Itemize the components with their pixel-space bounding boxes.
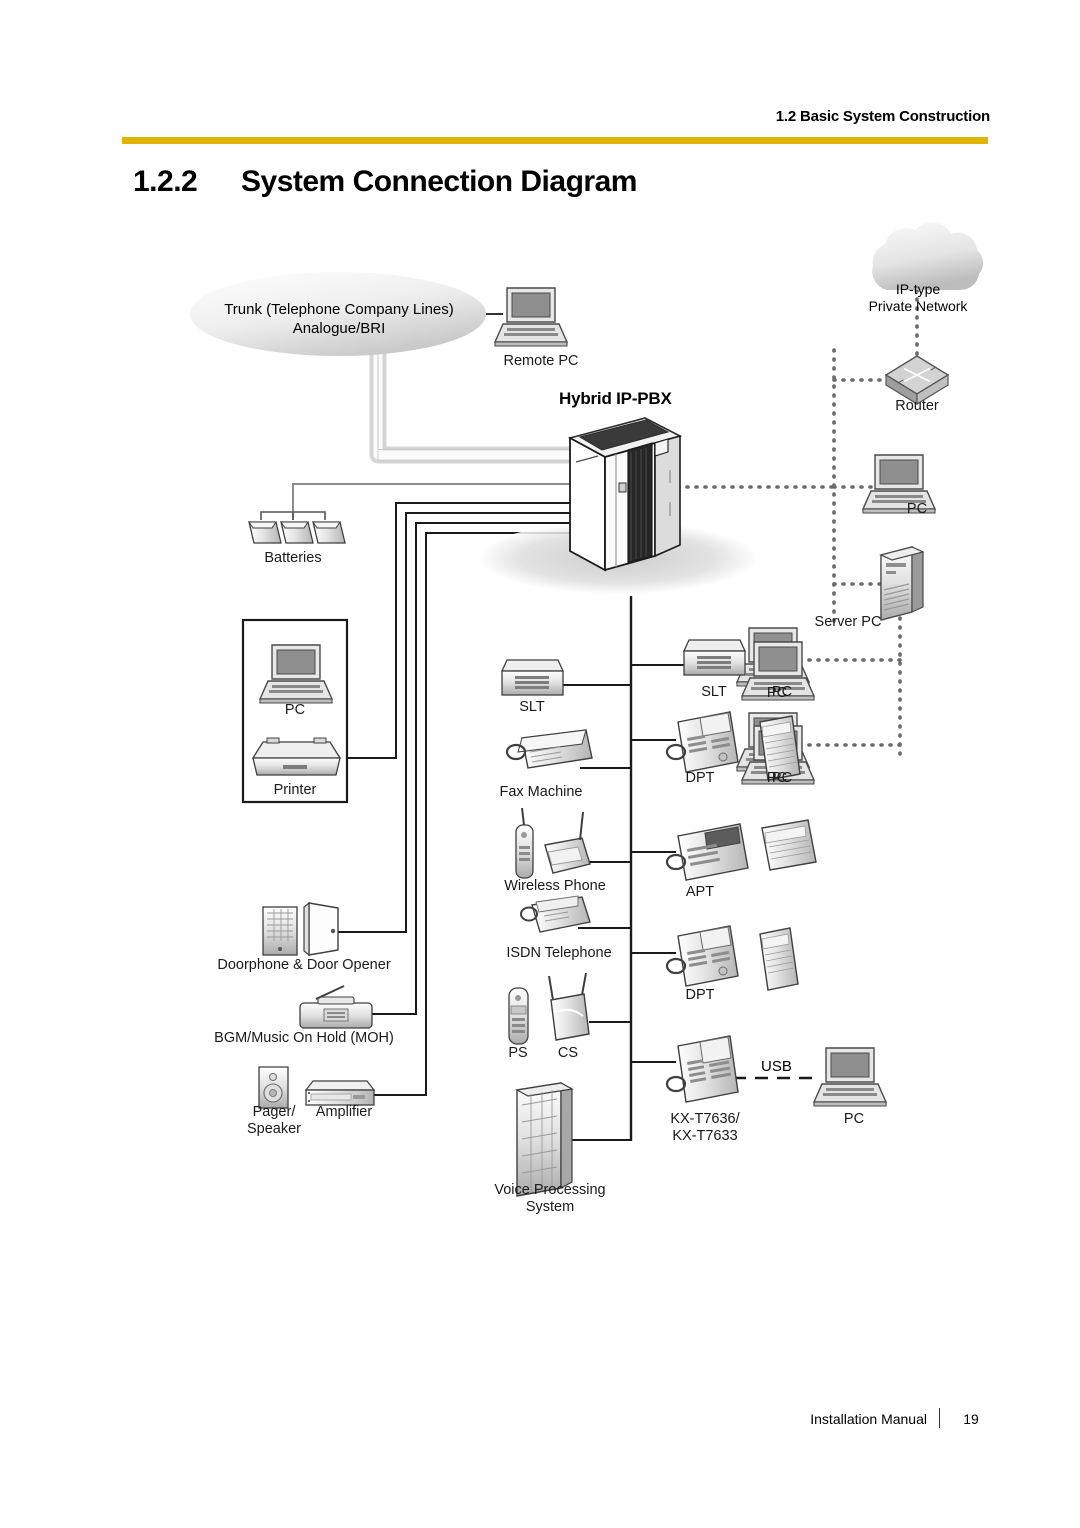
wireless-base-icon [544, 811, 591, 874]
router-icon [884, 355, 950, 406]
amplifier-icon [304, 1080, 376, 1106]
vps-icon [515, 1081, 574, 1197]
label-remote-pc: Remote PC [503, 353, 579, 369]
pc-usb-icon [812, 1047, 888, 1107]
door-opener-icon [303, 901, 339, 957]
label-bgm: BGM/Music On Hold (MOH) [214, 1030, 394, 1046]
label-apt: APT [685, 884, 715, 900]
apt-icon [665, 823, 749, 881]
network-cloud-shape [872, 222, 984, 291]
printer-icon [251, 737, 342, 776]
wireless-phone-icon [515, 807, 534, 879]
hybrid-ip-pbx-icon [567, 417, 683, 572]
label-cs: CS [557, 1045, 579, 1061]
diagram-connections [190, 222, 984, 1197]
dss-console-lower-icon [759, 927, 799, 991]
label-wireless-phone: Wireless Phone [504, 878, 606, 894]
trunk-cloud-label: Trunk (Telephone Company Lines) Analogue… [224, 301, 454, 337]
batteries-icon [248, 521, 346, 544]
remote-pc-icon [493, 287, 569, 347]
dss-console-apt-icon [761, 819, 817, 871]
label-isdn-telephone: ISDN Telephone [506, 945, 612, 961]
server-pc-icon [879, 546, 925, 621]
label-server-pc: Server PC [814, 614, 882, 630]
doorphone-icon [262, 906, 298, 956]
label-fax-machine: Fax Machine [499, 784, 583, 800]
label-pc-slt: PC [771, 684, 793, 700]
dpt-lower-icon [665, 925, 739, 987]
dpt-upper-icon [665, 711, 739, 773]
label-kxt: KX-T7636/ KX-T7633 [670, 1111, 740, 1144]
bgm-icon [299, 985, 373, 1029]
fax-machine-icon [505, 729, 593, 769]
label-pc-dpt: PC [771, 770, 793, 786]
label-doorphone: Doorphone & Door Opener [217, 957, 391, 973]
label-dpt-upper: DPT [685, 770, 715, 786]
label-slt-left: SLT [519, 699, 545, 715]
ps-icon [508, 987, 529, 1045]
pbx-title: Hybrid IP-PBX [559, 389, 672, 408]
usb-label: USB [757, 1058, 796, 1075]
label-pc-boxed: PC [284, 702, 306, 718]
label-ps: PS [508, 1045, 528, 1061]
label-batteries: Batteries [264, 550, 322, 566]
label-pc-router: PC [906, 501, 928, 517]
cs-icon [548, 972, 590, 1041]
slt-left-icon [500, 659, 565, 696]
pager-speaker-icon [258, 1066, 289, 1109]
isdn-telephone-icon [520, 895, 591, 933]
label-pc-usb: PC [843, 1111, 865, 1127]
kxt-phone-icon [665, 1035, 739, 1103]
pc-boxed-icon [258, 644, 334, 704]
label-vps: Voice Processing System [494, 1182, 606, 1215]
label-router: Router [895, 398, 939, 414]
label-dpt-lower: DPT [685, 987, 715, 1003]
label-amplifier: Amplifier [315, 1104, 373, 1120]
network-cloud-label: IP-type Private Network [868, 281, 968, 314]
slt-right-icon [682, 639, 747, 676]
system-connection-diagram: Trunk (Telephone Company Lines) Analogue… [0, 0, 1080, 1528]
label-printer: Printer [273, 782, 317, 798]
